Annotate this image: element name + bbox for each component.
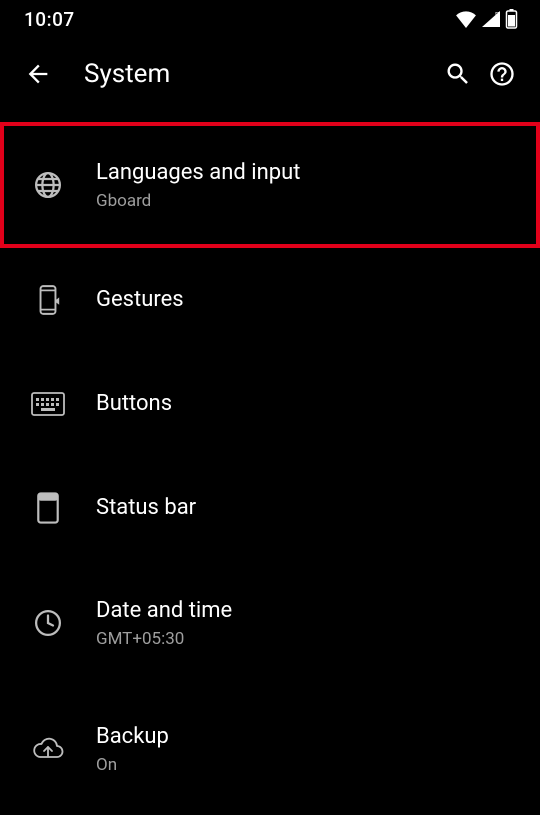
row-backup[interactable]: Backup On [0, 686, 540, 812]
row-subtitle: GMT+05:30 [96, 629, 520, 649]
search-button[interactable] [436, 52, 480, 96]
page-title: System [60, 59, 436, 89]
keyboard-icon [0, 392, 96, 416]
status-bar-icon [0, 491, 96, 525]
app-bar: System [0, 38, 540, 110]
signal-icon: R [481, 10, 501, 28]
row-buttons[interactable]: Buttons [0, 352, 540, 456]
svg-text:R: R [495, 12, 500, 19]
row-title: Buttons [96, 390, 520, 418]
help-button[interactable] [480, 52, 524, 96]
row-subtitle: On [96, 755, 520, 775]
clock-icon [0, 608, 96, 638]
battery-icon [505, 9, 518, 29]
arrow-back-icon [24, 60, 52, 88]
back-button[interactable] [16, 52, 60, 96]
globe-icon [0, 170, 96, 200]
help-icon [488, 60, 516, 88]
wifi-icon [455, 10, 477, 28]
row-title: Date and time [96, 597, 520, 625]
row-title: Backup [96, 723, 520, 751]
row-title: Status bar [96, 494, 520, 522]
row-status-bar[interactable]: Status bar [0, 456, 540, 560]
cloud-upload-icon [0, 736, 96, 762]
status-time: 10:07 [24, 8, 75, 31]
settings-list: Languages and input Gboard Gestures Bu [0, 110, 540, 815]
row-title: Gestures [96, 286, 520, 314]
row-gestures[interactable]: Gestures [0, 248, 540, 352]
row-date-time[interactable]: Date and time GMT+05:30 [0, 560, 540, 686]
search-icon [444, 60, 472, 88]
row-languages-input[interactable]: Languages and input Gboard [0, 122, 540, 248]
screen: { "status_bar": { "time": "10:07" }, "he… [0, 0, 540, 815]
gestures-icon [0, 284, 96, 316]
row-subtitle: Gboard [96, 191, 520, 211]
status-bar: 10:07 R [0, 0, 540, 38]
status-icons: R [455, 9, 518, 29]
row-title: Languages and input [96, 159, 520, 187]
